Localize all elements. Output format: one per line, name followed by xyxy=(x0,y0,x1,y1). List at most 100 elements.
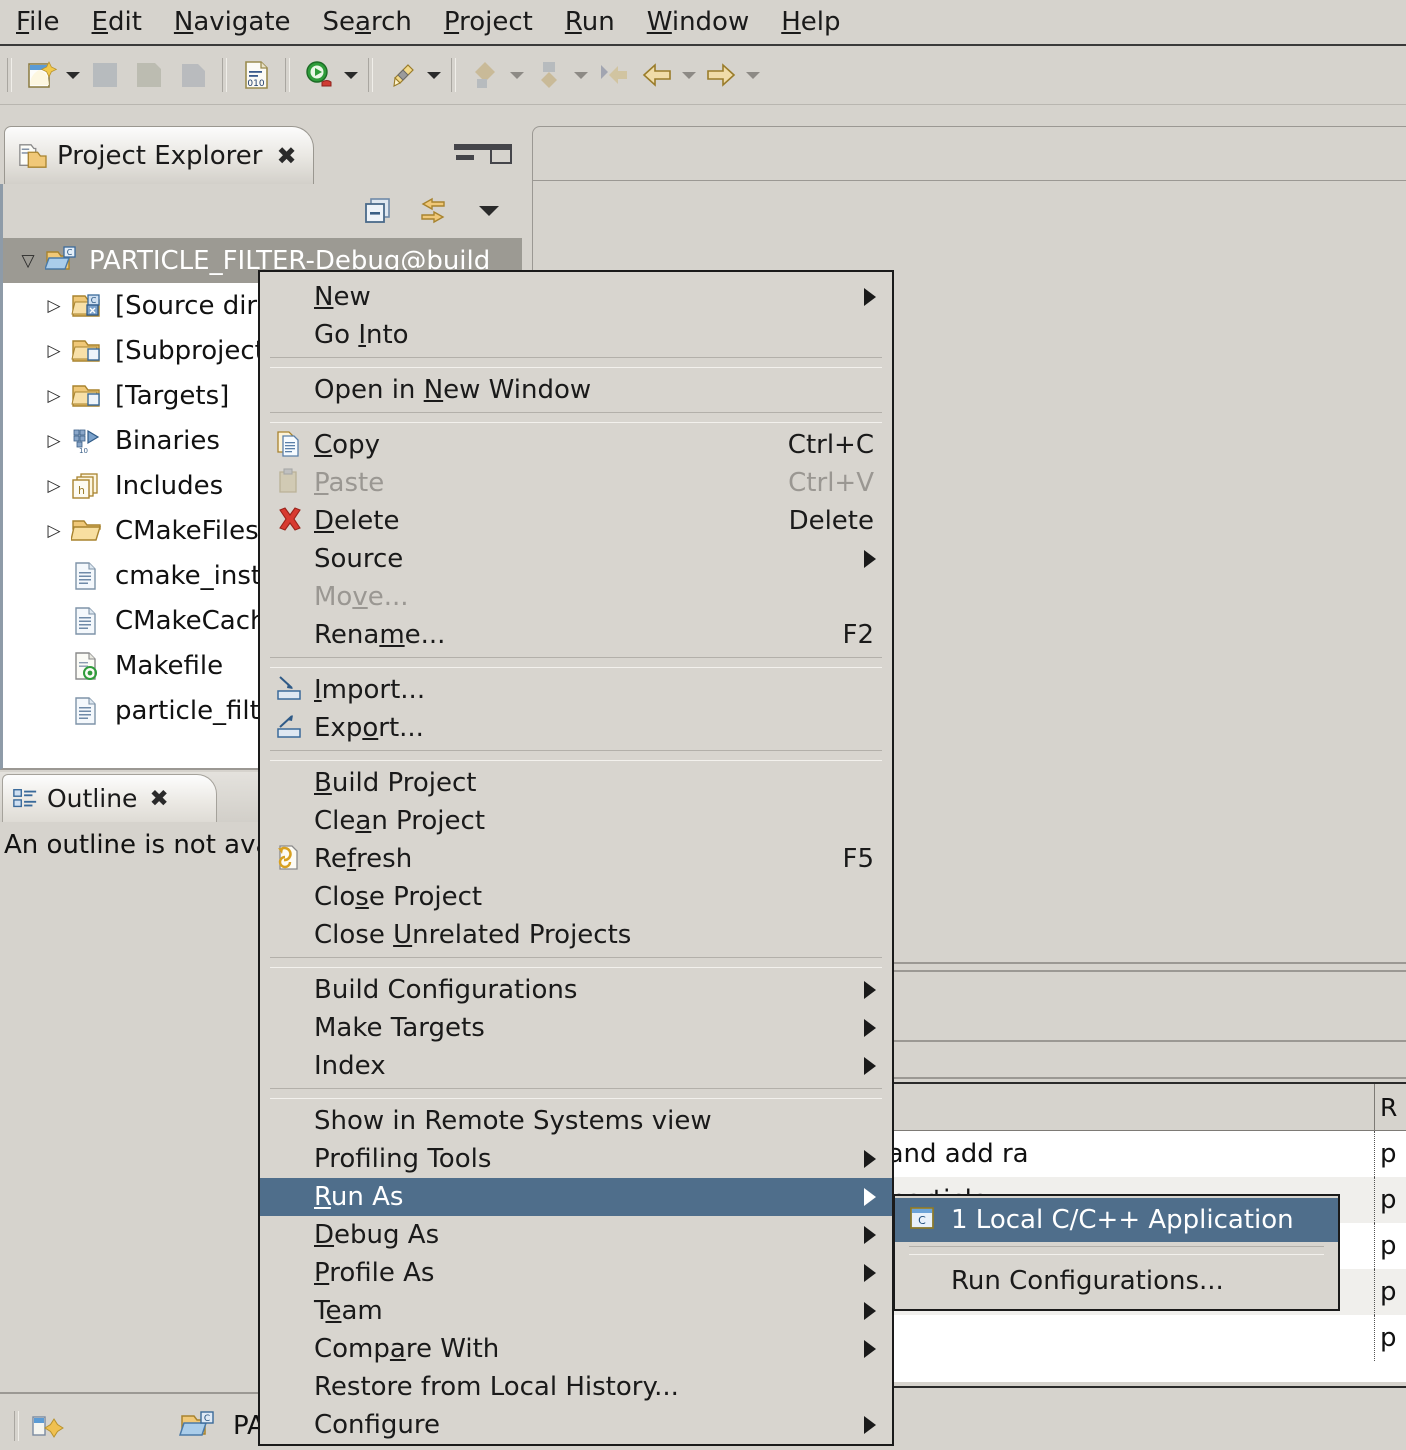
build-all-icon xyxy=(529,55,569,95)
close-icon[interactable]: ✖ xyxy=(276,142,296,170)
new-wizard-icon[interactable] xyxy=(21,55,61,95)
tree-item-label: Binaries xyxy=(115,425,220,456)
menubar-item-file[interactable]: File xyxy=(0,0,76,44)
menu-item-label: Clean Project xyxy=(314,806,486,836)
menu-item-show-in-remote-systems-view[interactable]: Show in Remote Systems view xyxy=(260,1102,892,1140)
menubar-item-navigate[interactable]: Navigate xyxy=(158,0,307,44)
tab-project-explorer[interactable]: Project Explorer ✖ xyxy=(4,126,314,184)
run-as-submenu[interactable]: C 1 Local C/C++ Application Run Configurat… xyxy=(893,1194,1340,1311)
menu-item-configure[interactable]: Configure xyxy=(260,1406,892,1444)
menu-item-debug-as[interactable]: Debug As xyxy=(260,1216,892,1254)
svg-text:010: 010 xyxy=(247,79,264,89)
menu-item-label: Export... xyxy=(314,713,424,743)
external-tools-dropdown-arrow[interactable] xyxy=(424,55,444,95)
outline-message: An outline is not available. xyxy=(4,830,350,860)
menubar-item-window[interactable]: Window xyxy=(631,0,766,44)
back-dropdown-arrow[interactable] xyxy=(679,55,699,95)
back-history-icon xyxy=(593,55,633,95)
menu-icon-placeholder xyxy=(274,544,308,574)
binary-file-icon[interactable]: 010 xyxy=(236,55,276,95)
menubar-item-run[interactable]: Run xyxy=(549,0,631,44)
menu-item-open-in-new-window[interactable]: Open in New Window xyxy=(260,371,892,409)
menu-item-build-project[interactable]: Build Project xyxy=(260,764,892,802)
build-dropdown-arrow[interactable] xyxy=(507,55,527,95)
menu-item-profile-as[interactable]: Profile As xyxy=(260,1254,892,1292)
forward-icon[interactable] xyxy=(701,55,741,95)
menu-item-close-unrelated-projects[interactable]: Close Unrelated Projects xyxy=(260,916,892,954)
binaries-icon: 10 xyxy=(71,426,107,456)
submenu-arrow-icon xyxy=(864,1019,876,1037)
run-dropdown-arrow[interactable] xyxy=(341,55,361,95)
back-icon[interactable] xyxy=(637,55,677,95)
collapse-all-icon[interactable] xyxy=(362,195,394,227)
menubar-item-edit[interactable]: Edit xyxy=(76,0,158,44)
menu-item-label: Debug As xyxy=(314,1220,440,1250)
menu-item-label: Close Unrelated Projects xyxy=(314,920,632,950)
table-cell-resource: p xyxy=(1374,1315,1406,1361)
link-with-editor-icon[interactable] xyxy=(416,195,450,227)
menubar-item-help[interactable]: Help xyxy=(765,0,856,44)
menu-item-copy[interactable]: Copy Ctrl+C xyxy=(260,426,892,464)
menu-item-compare-with[interactable]: Compare With xyxy=(260,1330,892,1368)
project-context-menu[interactable]: New Go Into Open in New Window Copy Ctrl+C Pa… xyxy=(258,270,894,1446)
project-explorer-toolbar xyxy=(0,184,522,238)
close-icon[interactable]: ✖ xyxy=(149,786,168,812)
menu-item-label: Go Into xyxy=(314,320,409,350)
tab-outline[interactable]: Outline ✖ xyxy=(2,774,217,822)
maximize-icon[interactable] xyxy=(490,144,512,164)
menu-item-run-as[interactable]: Run As xyxy=(260,1178,892,1216)
menu-item-rename[interactable]: Rename... F2 xyxy=(260,616,892,654)
menu-item-new[interactable]: New xyxy=(260,278,892,316)
menu-item-label: Source xyxy=(314,544,404,574)
menubar-item-search[interactable]: Search xyxy=(307,0,428,44)
editor-tab-strip xyxy=(532,126,1406,180)
menu-item-profiling-tools[interactable]: Profiling Tools xyxy=(260,1140,892,1178)
menu-icon-placeholder xyxy=(274,375,308,405)
chevron-right-icon[interactable]: ▷ xyxy=(37,296,71,316)
menu-item-label: New xyxy=(314,282,371,312)
status-bar-divider xyxy=(0,1392,262,1394)
forward-dropdown-arrow[interactable] xyxy=(743,55,763,95)
menu-item-restore-from-local-history[interactable]: Restore from Local History... xyxy=(260,1368,892,1406)
submenu-item-run-configurations[interactable]: Run Configurations... xyxy=(895,1259,1338,1303)
menu-item-clean-project[interactable]: Clean Project xyxy=(260,802,892,840)
new-dropdown-arrow[interactable] xyxy=(63,55,83,95)
submenu-arrow-icon xyxy=(864,550,876,568)
menu-item-index[interactable]: Index xyxy=(260,1047,892,1085)
main-toolbar: 010 xyxy=(0,46,1406,105)
chevron-right-icon[interactable]: ▷ xyxy=(37,341,71,361)
menu-item-label: Refresh xyxy=(314,844,413,874)
menu-icon-placeholder xyxy=(274,1051,308,1081)
column-header-resource[interactable]: R xyxy=(1374,1084,1406,1130)
menu-icon-placeholder xyxy=(274,1144,308,1174)
menu-item-delete[interactable]: Delete Delete xyxy=(260,502,892,540)
submenu-item-1-local-c-c-application[interactable]: C 1 Local C/C++ Application xyxy=(895,1198,1338,1242)
menu-item-export[interactable]: Export... xyxy=(260,709,892,747)
build-all-dropdown-arrow[interactable] xyxy=(571,55,591,95)
chevron-right-icon[interactable]: ▷ xyxy=(37,521,71,541)
menu-item-source[interactable]: Source xyxy=(260,540,892,578)
tree-item-label: [Targets] xyxy=(115,380,230,411)
menu-icon-placeholder xyxy=(274,975,308,1005)
external-tools-icon[interactable] xyxy=(382,55,422,95)
run-icon[interactable] xyxy=(299,55,339,95)
view-menu-icon[interactable] xyxy=(472,195,506,227)
menu-item-make-targets[interactable]: Make Targets xyxy=(260,1009,892,1047)
menu-icon-placeholder xyxy=(274,920,308,950)
menu-item-close-project[interactable]: Close Project xyxy=(260,878,892,916)
menu-item-refresh[interactable]: Refresh F5 xyxy=(260,840,892,878)
menubar-item-project[interactable]: Project xyxy=(428,0,549,44)
chevron-right-icon[interactable]: ▷ xyxy=(37,476,71,496)
chevron-down-icon[interactable]: ▽ xyxy=(11,251,45,271)
menu-item-build-configurations[interactable]: Build Configurations xyxy=(260,971,892,1009)
menu-icon-placeholder xyxy=(274,1106,308,1136)
c-app-icon: C xyxy=(907,1205,941,1235)
chevron-right-icon[interactable]: ▷ xyxy=(37,386,71,406)
menu-item-import[interactable]: Import... xyxy=(260,671,892,709)
menu-icon-placeholder xyxy=(274,768,308,798)
menu-item-go-into[interactable]: Go Into xyxy=(260,316,892,354)
chevron-right-icon[interactable]: ▷ xyxy=(37,431,71,451)
paste-icon xyxy=(274,468,308,498)
menu-item-team[interactable]: Team xyxy=(260,1292,892,1330)
menu-item-shortcut: Delete xyxy=(788,506,874,536)
